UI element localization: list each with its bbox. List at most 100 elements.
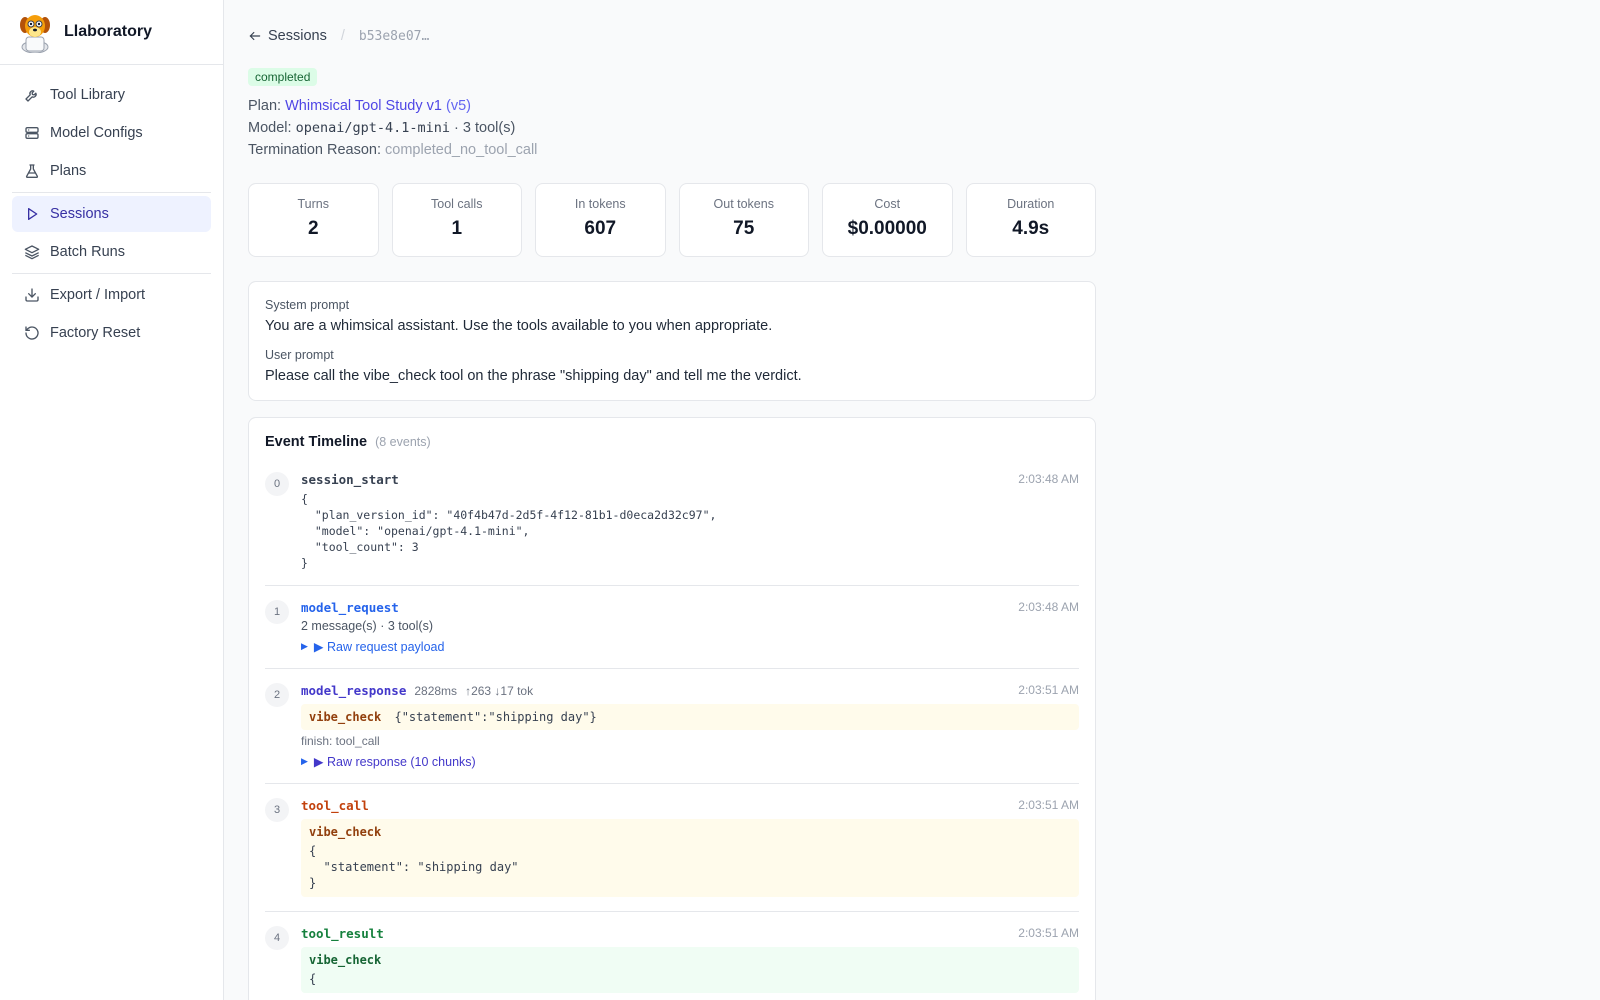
back-to-sessions-link[interactable]: Sessions <box>248 28 327 44</box>
event-header: model_response 2828ms ↑263 ↓17 tok <box>301 683 1079 698</box>
stat-value: 75 <box>733 218 755 239</box>
stat-duration: Duration 4.9s <box>965 183 1096 257</box>
termination-value: completed_no_tool_call <box>385 142 538 158</box>
event-latency: 2828ms <box>414 684 458 698</box>
stat-label: In tokens <box>574 197 626 211</box>
stat-in-tokens: In tokens 607 <box>535 183 666 257</box>
timeline-count: (8 events) <box>375 435 431 449</box>
toggle-label: ▶ Raw request payload <box>313 640 445 654</box>
event-index: 1 <box>265 600 289 624</box>
reset-icon <box>25 326 39 340</box>
event-body: session_start { "plan_version_id": "40f4… <box>301 472 1079 571</box>
sidebar-item-label: Export / Import <box>50 287 146 303</box>
event-body: tool_result vibe_check { <box>301 926 1079 993</box>
event-header: tool_result <box>301 926 1079 941</box>
event-type: model_request <box>301 600 399 615</box>
event-tool-call: 3 tool_call vibe_check { "statement": "s… <box>265 798 1079 912</box>
sidebar-nav: Tool Library Model Configs Plans Session… <box>0 65 223 365</box>
event-index: 4 <box>265 926 289 950</box>
event-model-request: 1 model_request 2 message(s) · 3 tool(s)… <box>265 600 1079 669</box>
sidebar-item-export-import[interactable]: Export / Import <box>12 277 211 313</box>
event-index: 3 <box>265 798 289 822</box>
event-index: 0 <box>265 472 289 496</box>
sidebar-item-label: Factory Reset <box>50 325 141 341</box>
plan-link[interactable]: Whimsical Tool Study v1 <box>285 98 442 114</box>
event-header: model_request <box>301 600 1079 615</box>
termination-row: Termination Reason: completed_no_tool_ca… <box>248 139 1576 161</box>
stat-value: 2 <box>307 218 319 239</box>
call-name: vibe_check <box>309 710 382 724</box>
user-prompt-label: User prompt <box>265 348 334 362</box>
layers-icon <box>24 245 40 260</box>
event-list: 0 session_start { "plan_version_id": "40… <box>265 472 1079 1000</box>
stat-label: Out tokens <box>713 197 774 211</box>
event-time: 2:03:48 AM <box>1018 472 1079 486</box>
stat-cost: Cost $0.00000 <box>822 183 953 257</box>
session-meta: Plan: Whimsical Tool Study v1 (v5) Model… <box>248 95 1576 161</box>
stat-out-tokens: Out tokens 75 <box>678 183 809 257</box>
brand[interactable]: Llaboratory <box>0 0 223 65</box>
event-time: 2:03:51 AM <box>1018 683 1079 697</box>
raw-request-toggle[interactable]: ▶ ▶ Raw request payload <box>301 639 1079 654</box>
back-label: Sessions <box>268 28 327 44</box>
event-type: tool_call <box>301 798 369 813</box>
disclosure-triangle-icon: ▶ <box>301 756 308 766</box>
toggle-label: ▶ Raw response (10 chunks) <box>313 755 476 769</box>
model-tools: · 3 tool(s) <box>454 120 516 136</box>
system-prompt-text: You are a whimsical assistant. Use the t… <box>265 318 773 334</box>
flask-icon <box>25 164 39 178</box>
sidebar-item-label: Model Configs <box>50 125 143 141</box>
event-header: tool_call <box>301 798 1079 813</box>
sidebar-item-batch-runs[interactable]: Batch Runs <box>12 234 211 270</box>
event-body: model_response 2828ms ↑263 ↓17 tok vibe_… <box>301 683 1079 769</box>
call-args: {"statement":"shipping day"} <box>394 710 597 724</box>
download-icon <box>25 288 39 302</box>
disclosure-triangle-icon: ▶ <box>301 641 308 651</box>
sidebar-item-factory-reset[interactable]: Factory Reset <box>12 315 211 351</box>
prompts-card: System prompt You are a whimsical assist… <box>248 281 1096 401</box>
stat-turns: Turns 2 <box>248 183 379 257</box>
raw-response-toggle[interactable]: ▶ ▶ Raw response (10 chunks) <box>301 754 1079 769</box>
tool-call-inline: vibe_check {"statement":"shipping day"} <box>301 704 1079 730</box>
main-content: Sessions / b53e8e07… completed Plan: Whi… <box>224 0 1600 1000</box>
sidebar-item-label: Sessions <box>50 206 109 222</box>
sidebar-item-label: Tool Library <box>50 87 125 103</box>
timeline-title: Event Timeline <box>265 434 368 450</box>
server-icon <box>25 127 39 139</box>
sidebar: Llaboratory Tool Library Model Configs P… <box>0 0 224 1000</box>
stats-row: Turns 2 Tool calls 1 In tokens 607 Out t… <box>248 183 1096 257</box>
termination-label: Termination Reason: <box>248 142 381 158</box>
breadcrumb-separator: / <box>340 28 345 44</box>
event-body: model_request 2 message(s) · 3 tool(s) ▶… <box>301 600 1079 654</box>
model-name: openai/gpt-4.1-mini <box>295 120 450 136</box>
sidebar-item-model-configs[interactable]: Model Configs <box>12 115 211 151</box>
stat-value: 4.9s <box>1012 218 1050 239</box>
breadcrumb: Sessions / b53e8e07… <box>248 26 1576 46</box>
timeline-header: Event Timeline (8 events) <box>265 434 1079 450</box>
wrench-icon <box>25 90 37 102</box>
stat-label: Cost <box>874 197 901 211</box>
sidebar-item-label: Batch Runs <box>50 244 125 260</box>
sidebar-item-plans[interactable]: Plans <box>12 153 211 189</box>
status-badge: completed <box>248 68 318 86</box>
sidebar-item-tool-library[interactable]: Tool Library <box>12 77 211 113</box>
sidebar-item-sessions[interactable]: Sessions <box>12 196 211 232</box>
finish-reason: finish: tool_call <box>301 734 380 748</box>
stat-value: 1 <box>451 218 463 239</box>
event-header: session_start <box>301 472 1079 487</box>
event-body: tool_call vibe_check { "statement": "shi… <box>301 798 1079 897</box>
model-row: Model: openai/gpt-4.1-mini · 3 tool(s) <box>248 117 1576 139</box>
call-payload: { "statement": "shipping day" } <box>309 844 519 890</box>
model-label: Model: <box>248 120 292 136</box>
event-type: tool_result <box>301 926 384 941</box>
dog-scientist-logo-icon <box>20 15 50 53</box>
system-prompt-block: System prompt You are a whimsical assist… <box>265 298 1079 334</box>
event-time: 2:03:48 AM <box>1018 600 1079 614</box>
event-type: session_start <box>301 472 399 487</box>
event-time: 2:03:51 AM <box>1018 798 1079 812</box>
event-payload: { "plan_version_id": "40f4b47d-2d5f-4f12… <box>301 492 717 570</box>
arrow-left-icon <box>249 31 261 41</box>
nav-divider <box>12 192 211 193</box>
nav-divider <box>12 273 211 274</box>
system-prompt-label: System prompt <box>265 298 350 312</box>
